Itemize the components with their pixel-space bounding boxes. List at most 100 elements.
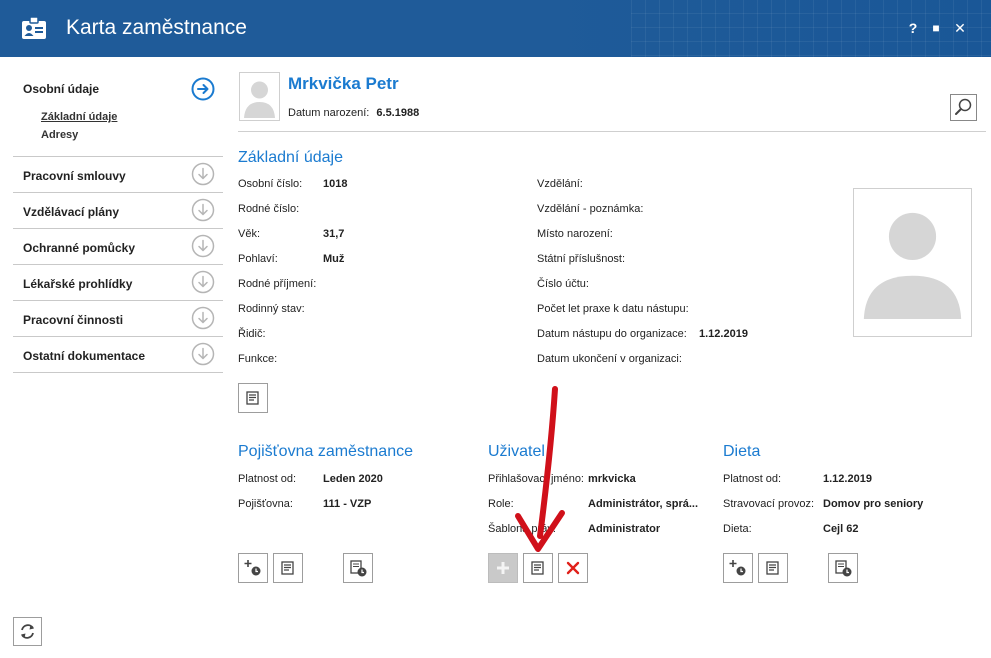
- basic-right-label: Místo narození:: [537, 228, 613, 240]
- nav-item-personal-data[interactable]: Osobní údaje Základní údaje Adresy: [13, 70, 223, 157]
- nav-item-label: Ostatní dokumentace: [23, 349, 146, 363]
- basic-left-value: 31,7: [323, 228, 345, 240]
- section-title-basic-data: Základní údaje: [238, 149, 343, 166]
- nav-item[interactable]: Vzdělávací plány: [13, 193, 223, 229]
- arrow-down-circle-icon[interactable]: [191, 270, 215, 294]
- edit-insurance-button[interactable]: [273, 553, 303, 583]
- diet-field-label: Platnost od:: [723, 473, 782, 485]
- basic-right-label: Státní příslušnost:: [537, 253, 626, 265]
- user-field-value: mrkvicka: [588, 473, 636, 485]
- refresh-button[interactable]: [13, 617, 42, 646]
- header-divider: [238, 131, 986, 132]
- employee-name: Mrkvička Petr: [288, 74, 399, 93]
- edit-icon: [531, 561, 544, 575]
- user-field-value: Administrator: [588, 523, 661, 535]
- basic-left-label: Rodinný stav:: [238, 303, 305, 315]
- section-title-user: Uživatel: [488, 443, 545, 460]
- maximize-button[interactable]: ■: [927, 20, 945, 36]
- nav-item-label: Vzdělávací plány: [23, 205, 120, 219]
- arrow-down-circle-icon[interactable]: [191, 162, 215, 186]
- section-title-diet: Dieta: [723, 443, 761, 460]
- history-icon: [350, 560, 367, 577]
- diet-field-label: Stravovací provoz:: [723, 498, 815, 510]
- magnifier-icon: [955, 98, 972, 115]
- user-field-label: Přihlašovací jméno:: [488, 473, 584, 485]
- basic-right-label: Vzdělání - poznámka:: [537, 203, 644, 215]
- basic-right-label: Počet let praxe k datu nástupu:: [537, 303, 689, 315]
- delete-user-button[interactable]: [558, 553, 588, 583]
- nav-item[interactable]: Ochranné pomůcky: [13, 229, 223, 265]
- add-user-button[interactable]: [488, 553, 518, 583]
- insurance-history-button[interactable]: [343, 553, 373, 583]
- nav-item-label: Ochranné pomůcky: [23, 241, 136, 255]
- subitem-addresses[interactable]: Adresy: [41, 129, 78, 141]
- arrow-down-circle-icon[interactable]: [191, 306, 215, 330]
- employee-avatar: [239, 72, 280, 121]
- basic-left-label: Rodné příjmení:: [238, 278, 317, 290]
- section-navigation: Osobní údaje Základní údaje Adresy Praco…: [13, 70, 223, 373]
- nav-item[interactable]: Pracovní smlouvy: [13, 157, 223, 193]
- nav-item[interactable]: Lékařské prohlídky: [13, 265, 223, 301]
- basic-left-label: Věk:: [238, 228, 261, 240]
- edit-user-button[interactable]: [523, 553, 553, 583]
- nav-item-label: Osobní údaje: [23, 82, 100, 96]
- date-of-birth: Datum narození: 6.5.1988: [288, 107, 419, 119]
- edit-icon: [766, 561, 779, 575]
- add-diet-button[interactable]: [723, 553, 753, 583]
- add-history-icon: [244, 560, 261, 576]
- nav-item-label: Pracovní smlouvy: [23, 169, 126, 183]
- nav-item[interactable]: Pracovní činnosti: [13, 301, 223, 337]
- edit-basic-data-button[interactable]: [238, 383, 268, 413]
- basic-left-label: Rodné číslo:: [238, 203, 300, 215]
- diet-field-label: Dieta:: [723, 523, 752, 535]
- insurance-field-label: Platnost od:: [238, 473, 297, 485]
- arrow-down-circle-icon[interactable]: [191, 342, 215, 366]
- title-bar: Karta zaměstnance ? ■ ✕: [0, 0, 991, 57]
- edit-diet-button[interactable]: [758, 553, 788, 583]
- add-insurance-button[interactable]: [238, 553, 268, 583]
- diet-field-value: Cejl 62: [823, 523, 859, 535]
- plus-icon: [497, 562, 509, 574]
- diet-history-button[interactable]: [828, 553, 858, 583]
- nav-item-label: Pracovní činnosti: [23, 313, 124, 327]
- diet-field-value: Domov pro seniory: [823, 498, 924, 510]
- section-title-insurance: Pojišťovna zaměstnance: [238, 443, 413, 460]
- history-icon: [835, 560, 852, 577]
- basic-right-value: 1.12.2019: [699, 328, 748, 340]
- dob-value: 6.5.1988: [376, 107, 420, 119]
- user-field-value: Administrátor, sprá...: [588, 498, 699, 510]
- arrow-down-circle-icon[interactable]: [191, 234, 215, 258]
- basic-left-value: Muž: [323, 253, 345, 265]
- basic-right-label: Číslo účtu:: [537, 278, 589, 290]
- arrow-right-circle-icon[interactable]: [191, 77, 215, 101]
- dob-label: Datum narození:: [288, 107, 370, 119]
- basic-left-value: 1018: [323, 178, 348, 190]
- insurance-field-label: Pojišťovna:: [238, 498, 293, 510]
- edit-icon: [281, 561, 294, 575]
- basic-left-label: Osobní číslo:: [238, 178, 303, 190]
- subitem-basic-data[interactable]: Základní údaje: [41, 111, 117, 123]
- basic-left-label: Řidič:: [238, 328, 266, 340]
- basic-right-label: Datum nástupu do organizace:: [537, 328, 687, 340]
- search-button[interactable]: [950, 94, 977, 121]
- basic-right-label: Datum ukončení v organizaci:: [537, 353, 682, 365]
- help-button[interactable]: ?: [904, 20, 922, 36]
- nav-item[interactable]: Ostatní dokumentace: [13, 337, 223, 373]
- basic-left-label: Pohlaví:: [238, 253, 278, 265]
- user-field-label: Role:: [488, 498, 514, 510]
- insurance-field-value: Leden 2020: [323, 473, 383, 485]
- basic-left-label: Funkce:: [238, 353, 278, 365]
- window-title: Karta zaměstnance: [66, 16, 247, 39]
- arrow-down-circle-icon[interactable]: [191, 198, 215, 222]
- insurance-field-value: 111 - VZP: [323, 498, 372, 510]
- diet-field-value: 1.12.2019: [823, 473, 872, 485]
- employee-card-icon: [22, 16, 46, 39]
- edit-icon: [246, 391, 259, 405]
- refresh-icon: [21, 624, 34, 639]
- nav-item-label: Lékařské prohlídky: [23, 277, 133, 291]
- employee-photo: [853, 188, 972, 337]
- user-field-label: Šablona práv:: [488, 523, 556, 535]
- basic-right-label: Vzdělání:: [537, 178, 583, 190]
- close-button[interactable]: ✕: [951, 20, 969, 36]
- add-history-icon: [729, 560, 746, 576]
